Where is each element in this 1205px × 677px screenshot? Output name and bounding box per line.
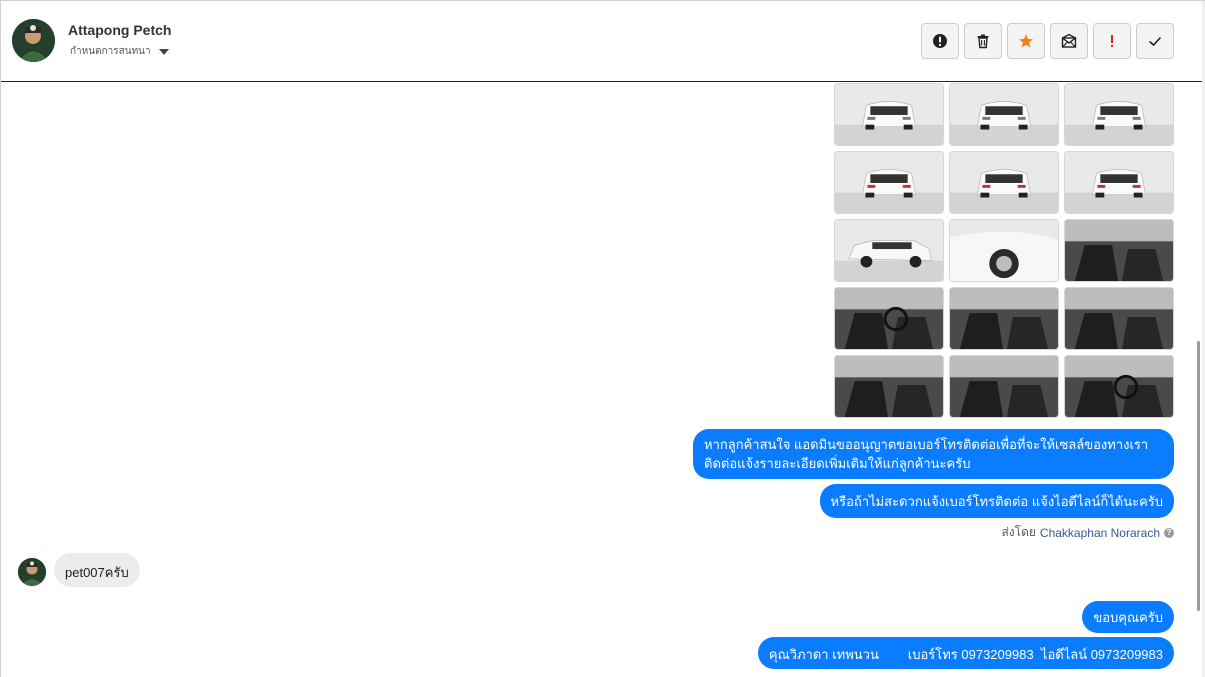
outgoing-message[interactable]: หากลูกค้าสนใจ แอดมินขออนุญาตขอเบอร์โทรติ…: [693, 429, 1174, 479]
photo-thumbnail[interactable]: [949, 83, 1059, 146]
photo-image: [1065, 220, 1173, 281]
contact-avatar[interactable]: [12, 19, 55, 62]
photo-thumbnail[interactable]: [1064, 151, 1174, 214]
header-actions: [921, 23, 1174, 59]
photo-thumbnail[interactable]: [949, 355, 1059, 418]
assign-label: กำหนดการสนทนา: [70, 46, 151, 57]
sent-by-info: ส่งโดย Chakkaphan Norarach ?: [1001, 523, 1174, 542]
photo-thumbnail[interactable]: [834, 355, 944, 418]
outgoing-message[interactable]: คุณวิภาดา เทพนวน เบอร์โทร 0973209983 ไอด…: [757, 637, 1174, 669]
star-icon: [1019, 34, 1033, 48]
incoming-message[interactable]: pet007ครับ: [54, 553, 140, 587]
chevron-down-icon: [158, 48, 169, 55]
mark-done-button[interactable]: [1136, 23, 1174, 59]
outgoing-message[interactable]: ขอบคุณครับ: [1082, 601, 1174, 633]
photo-thumbnail[interactable]: [1064, 355, 1174, 418]
photo-image: [1065, 152, 1173, 213]
star-button[interactable]: [1007, 23, 1045, 59]
photo-image: [835, 152, 943, 213]
trash-icon: [977, 34, 989, 49]
photo-image: [835, 288, 943, 349]
photo-image: [950, 356, 1058, 417]
photo-image: [835, 220, 943, 281]
photo-image: [950, 84, 1058, 145]
envelope-icon: [1061, 33, 1077, 48]
photo-image: [1065, 84, 1173, 145]
photo-thumbnail[interactable]: [1064, 219, 1174, 282]
photo-image: [950, 152, 1058, 213]
photo-attachment-grid: [834, 83, 1175, 418]
photo-image: [950, 288, 1058, 349]
exclamation-icon: [1111, 35, 1113, 47]
mark-important-button[interactable]: [1093, 23, 1131, 59]
photo-thumbnail[interactable]: [834, 287, 944, 350]
check-icon: [1148, 36, 1162, 47]
conversation-window: Attapong Petch กำหนดการสนทนา หากลูกค้าสน…: [0, 0, 1205, 677]
assign-dropdown[interactable]: กำหนดการสนทนา: [70, 44, 169, 59]
contact-name[interactable]: Attapong Petch: [68, 22, 171, 38]
photo-thumbnail[interactable]: [949, 219, 1059, 282]
mark-spam-button[interactable]: [921, 23, 959, 59]
photo-thumbnail[interactable]: [834, 83, 944, 146]
contact-avatar-small[interactable]: [18, 558, 46, 586]
photo-image: [835, 84, 943, 145]
photo-thumbnail[interactable]: [834, 219, 944, 282]
photo-thumbnail[interactable]: [1064, 287, 1174, 350]
photo-image: [950, 220, 1058, 281]
agent-name-link[interactable]: Chakkaphan Norarach: [1040, 526, 1160, 540]
delete-button[interactable]: [964, 23, 1002, 59]
alert-circle-icon: [933, 34, 947, 48]
mark-unread-button[interactable]: [1050, 23, 1088, 59]
outgoing-message[interactable]: หรือถ้าไม่สะดวกแจ้งเบอร์โทรติดต่อ แจ้งไอ…: [819, 484, 1174, 518]
photo-thumbnail[interactable]: [949, 287, 1059, 350]
photo-thumbnail[interactable]: [949, 151, 1059, 214]
photo-thumbnail[interactable]: [834, 151, 944, 214]
photo-image: [1065, 288, 1173, 349]
scrollbar-thumb[interactable]: [1197, 341, 1200, 611]
photo-image: [835, 356, 943, 417]
photo-thumbnail[interactable]: [1064, 83, 1174, 146]
help-icon[interactable]: ?: [1164, 527, 1174, 538]
conversation-header: Attapong Petch กำหนดการสนทนา: [1, 1, 1202, 82]
sent-by-prefix: ส่งโดย: [1001, 525, 1036, 539]
photo-image: [1065, 356, 1173, 417]
